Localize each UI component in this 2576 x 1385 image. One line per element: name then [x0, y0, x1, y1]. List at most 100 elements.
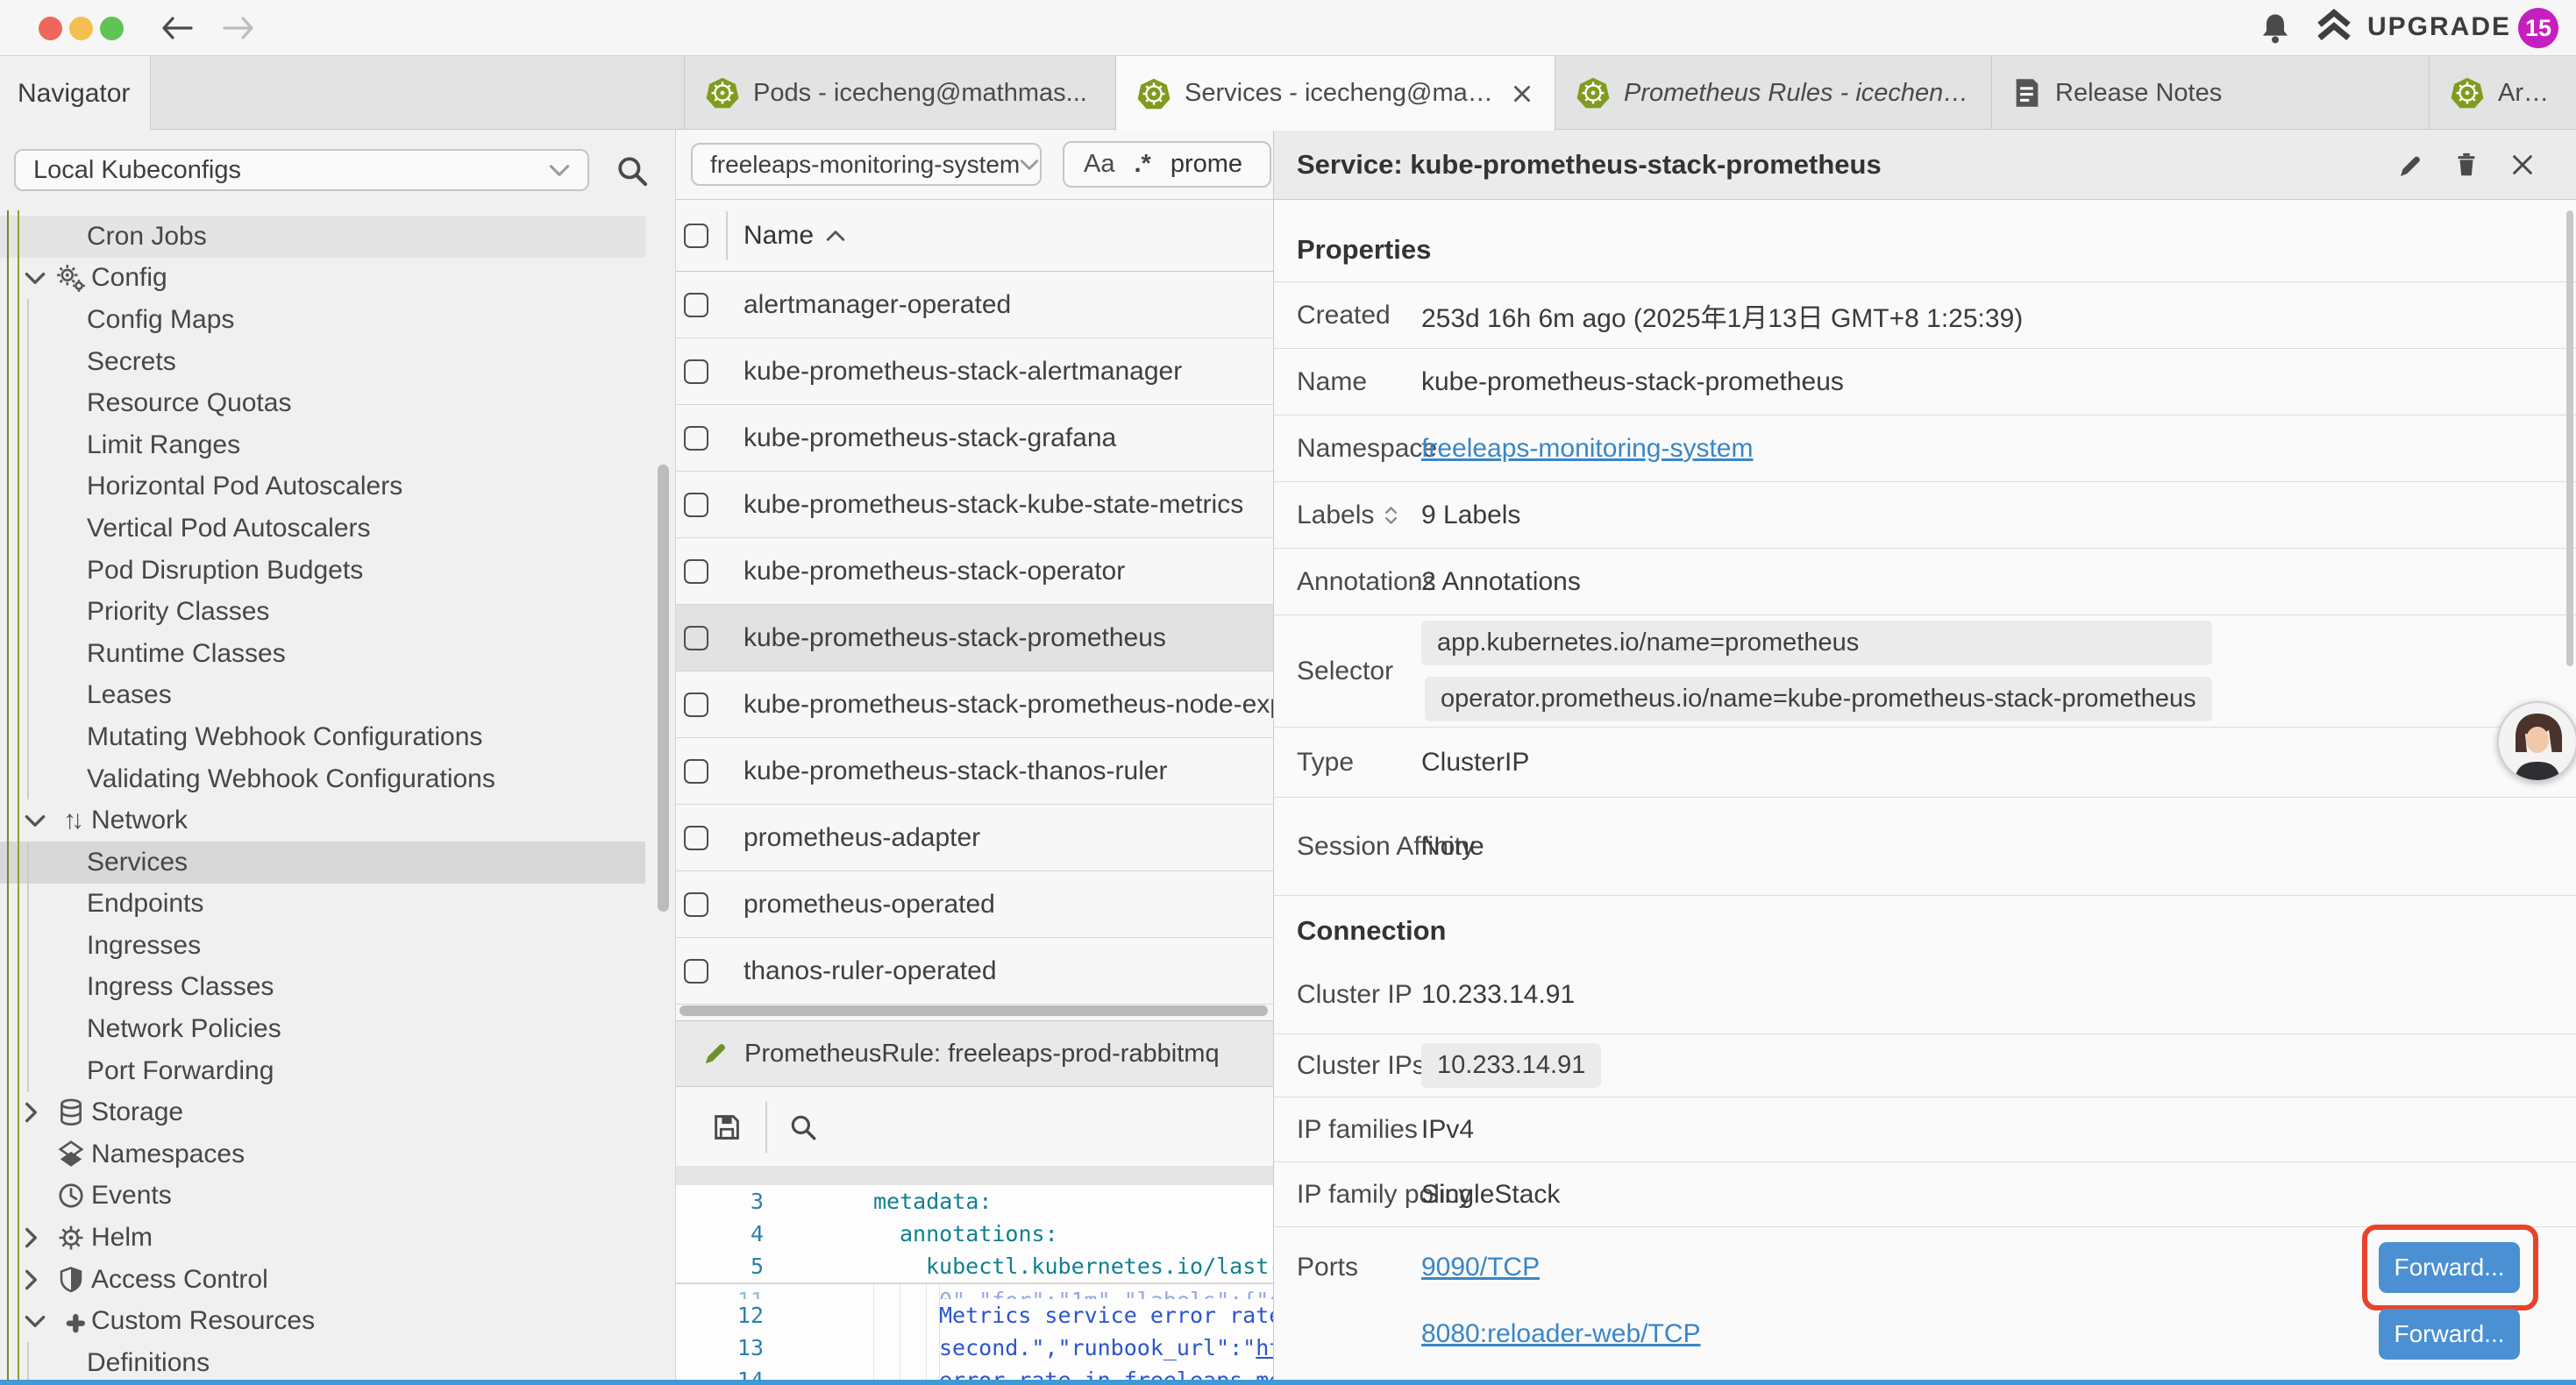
- tab-pods[interactable]: Pods - icecheng@mathmas...: [684, 56, 1115, 130]
- forward-button[interactable]: Forward...: [2379, 1242, 2520, 1293]
- sidebar-tree-item[interactable]: Config: [0, 258, 645, 300]
- sidebar-tree-item[interactable]: Network Policies: [0, 1008, 645, 1050]
- sidebar-scrollbar[interactable]: [658, 465, 669, 912]
- port-link[interactable]: 8080:reloader-web/TCP: [1421, 1319, 1701, 1349]
- sidebar-tree-item[interactable]: Access Control: [0, 1259, 645, 1301]
- sidebar-tree-item[interactable]: Definitions: [0, 1342, 645, 1380]
- sidebar-tree-item[interactable]: Priority Classes: [0, 591, 645, 633]
- row-checkbox[interactable]: [684, 559, 708, 584]
- table-row[interactable]: thanos-ruler-operated: [676, 938, 1273, 1005]
- table-row[interactable]: prometheus-operated: [676, 871, 1273, 938]
- forward-icon[interactable]: [221, 12, 256, 44]
- row-checkbox[interactable]: [684, 959, 708, 984]
- row-checkbox[interactable]: [684, 359, 708, 384]
- maximize-window-button[interactable]: [100, 17, 124, 40]
- row-checkbox[interactable]: [684, 626, 708, 650]
- sidebar-tree-item[interactable]: Vertical Pod Autoscalers: [0, 508, 645, 550]
- table-row[interactable]: kube-prometheus-stack-operator: [676, 538, 1273, 605]
- sidebar-tree-item[interactable]: Resource Quotas: [0, 382, 645, 424]
- row-checkbox[interactable]: [684, 493, 708, 517]
- chevron-icon[interactable]: [25, 1227, 51, 1248]
- editor-search-icon[interactable]: [788, 1112, 818, 1142]
- select-all-checkbox[interactable]: [684, 224, 708, 248]
- sidebar-tree-item[interactable]: Leases: [0, 675, 645, 717]
- sidebar-tree-item[interactable]: Mutating Webhook Configurations: [0, 716, 645, 758]
- table-row[interactable]: kube-prometheus-stack-grafana: [676, 405, 1273, 472]
- close-window-button[interactable]: [39, 17, 62, 40]
- chevron-icon[interactable]: [25, 1269, 51, 1290]
- row-checkbox[interactable]: [684, 293, 708, 317]
- port-link[interactable]: 9090/TCP: [1421, 1253, 1540, 1282]
- row-checkbox[interactable]: [684, 826, 708, 850]
- user-avatar[interactable]: [2497, 701, 2576, 782]
- table-row[interactable]: alertmanager-operated: [676, 272, 1273, 338]
- table-row[interactable]: kube-prometheus-stack-prometheus: [676, 605, 1273, 671]
- table-row[interactable]: kube-prometheus-stack-kube-state-metrics: [676, 472, 1273, 538]
- table-horizontal-scrollbar[interactable]: [676, 1005, 1273, 1017]
- detail-scrollbar[interactable]: [2566, 210, 2573, 666]
- selector-chip[interactable]: operator.prometheus.io/name=kube-prometh…: [1425, 677, 2212, 721]
- close-panel-icon[interactable]: [2509, 152, 2536, 178]
- sidebar-tree-item[interactable]: Storage: [0, 1091, 645, 1133]
- sidebar-tree-item[interactable]: Helm: [0, 1217, 645, 1259]
- row-checkbox[interactable]: [684, 692, 708, 717]
- selector-chip[interactable]: app.kubernetes.io/name=prometheus: [1421, 621, 2212, 665]
- chevron-icon[interactable]: [25, 1315, 51, 1328]
- kubeconfig-selector[interactable]: Local Kubeconfigs: [14, 149, 589, 191]
- tab-release-notes[interactable]: Release Notes: [1991, 56, 2429, 130]
- cluster-ips-chip[interactable]: 10.233.14.91: [1421, 1043, 1601, 1088]
- back-icon[interactable]: [160, 12, 195, 44]
- sidebar-tree-item[interactable]: Horizontal Pod Autoscalers: [0, 466, 645, 508]
- row-checkbox[interactable]: [684, 426, 708, 451]
- upgrade-button[interactable]: UPGRADE: [2315, 9, 2511, 46]
- regex-toggle[interactable]: .*: [1134, 150, 1150, 179]
- edit-pencil-icon[interactable]: [2395, 151, 2423, 179]
- name-column-header[interactable]: Name: [744, 200, 845, 272]
- sidebar-tree-item[interactable]: Validating Webhook Configurations: [0, 758, 645, 800]
- delete-trash-icon[interactable]: [2453, 150, 2480, 180]
- namespace-selector[interactable]: freeleaps-monitoring-system: [691, 143, 1042, 186]
- sidebar-tree-item[interactable]: Runtime Classes: [0, 633, 645, 675]
- chevron-icon[interactable]: [25, 272, 51, 285]
- sidebar-tree-item[interactable]: Endpoints: [0, 884, 645, 926]
- sidebar-tree-item[interactable]: Ingress Classes: [0, 967, 645, 1009]
- notification-count-badge[interactable]: 15: [2518, 8, 2558, 48]
- sidebar-tree-item[interactable]: Pod Disruption Budgets: [0, 550, 645, 592]
- sidebar-tree-item[interactable]: Namespaces: [0, 1133, 645, 1175]
- sidebar-tree-item[interactable]: Secrets: [0, 341, 645, 383]
- sidebar-tree-item[interactable]: Ingresses: [0, 925, 645, 967]
- tab-services[interactable]: Services - icecheng@math...: [1115, 56, 1555, 131]
- row-checkbox[interactable]: [684, 892, 708, 917]
- notifications-bell-icon[interactable]: [2259, 11, 2292, 46]
- namespace-link[interactable]: freeleaps-monitoring-system: [1421, 434, 1753, 464]
- forward-button[interactable]: Forward...: [2379, 1309, 2520, 1360]
- expand-collapse-icon[interactable]: [1384, 505, 1398, 526]
- table-row[interactable]: kube-prometheus-stack-prometheus-node-ex…: [676, 671, 1273, 738]
- sidebar-tree-item[interactable]: Port Forwarding: [0, 1050, 645, 1092]
- sidebar-tree-item[interactable]: ↑↓ Network: [0, 799, 645, 842]
- table-row[interactable]: kube-prometheus-stack-alertmanager: [676, 338, 1273, 405]
- sidebar-tree-item[interactable]: Limit Ranges: [0, 424, 645, 466]
- tab-prometheus-rules[interactable]: Prometheus Rules - icecheng...: [1555, 56, 1991, 130]
- sidebar-tree-item[interactable]: Config Maps: [0, 299, 645, 341]
- close-tab-icon[interactable]: [1511, 82, 1534, 105]
- filter-search-input[interactable]: Aa .* prome: [1063, 141, 1271, 188]
- table-row[interactable]: kube-prometheus-stack-thanos-ruler: [676, 738, 1273, 805]
- yaml-editor[interactable]: 3metadata: 4annotations: 5kubectl.kubern…: [676, 1185, 1273, 1380]
- table-row[interactable]: prometheus-adapter: [676, 805, 1273, 871]
- runbook-url-link[interactable]: https://net: [1256, 1335, 1273, 1360]
- save-icon[interactable]: [711, 1112, 743, 1143]
- tab-argo[interactable]: Argo Se: [2429, 56, 2576, 130]
- sidebar-tree-item[interactable]: Custom Resources: [0, 1300, 645, 1342]
- sidebar-search-icon[interactable]: [612, 151, 652, 191]
- case-sensitive-toggle[interactable]: Aa: [1084, 150, 1114, 179]
- navigator-panel-tab[interactable]: Navigator: [0, 56, 151, 131]
- editor-tab[interactable]: PrometheusRule: freeleaps-prod-rabbitmq: [676, 1020, 1273, 1087]
- sidebar-tree-item[interactable]: Cron Jobs: [0, 216, 645, 258]
- chevron-icon[interactable]: [25, 814, 51, 827]
- sidebar-tree-item[interactable]: Events: [0, 1175, 645, 1218]
- minimize-window-button[interactable]: [69, 17, 93, 40]
- row-checkbox[interactable]: [684, 759, 708, 784]
- chevron-icon[interactable]: [25, 1102, 51, 1123]
- sidebar-tree-item[interactable]: Services: [0, 842, 645, 884]
